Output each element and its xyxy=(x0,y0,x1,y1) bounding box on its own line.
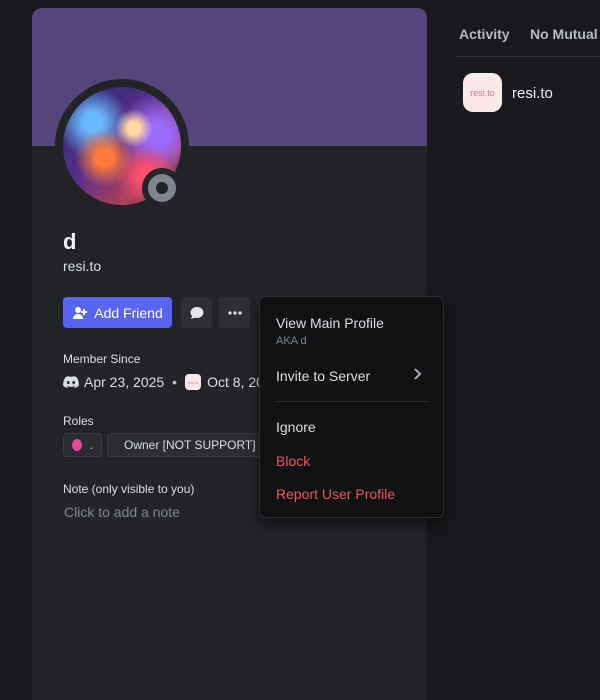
more-options-button[interactable] xyxy=(219,297,250,328)
aka-text: AKA d xyxy=(276,335,307,347)
offline-status-icon xyxy=(148,174,176,202)
chat-bubble-icon xyxy=(190,306,203,319)
chevron-right-icon xyxy=(414,368,422,380)
note-input[interactable]: Click to add a note xyxy=(64,504,180,520)
report-user-item[interactable]: Report User Profile xyxy=(276,486,395,502)
role-color-dot xyxy=(72,439,82,451)
add-friend-label: Add Friend xyxy=(94,304,163,321)
discord-join-date: Apr 23, 2025 xyxy=(84,374,165,390)
role-name: Owner [NOT SUPPORT] xyxy=(124,438,256,452)
context-menu: View Main Profile AKA d Invite to Server… xyxy=(259,296,444,518)
date-separator: • xyxy=(172,374,178,390)
discord-icon xyxy=(63,375,79,388)
tab-activity[interactable]: Activity xyxy=(459,26,510,42)
view-main-profile-item[interactable]: View Main Profile xyxy=(276,315,384,331)
block-item[interactable]: Block xyxy=(276,453,310,469)
member-since-row: Apr 23, 2025 • resi.to Oct 8, 202 xyxy=(63,372,272,392)
role-name: . xyxy=(89,438,93,452)
server-name[interactable]: resi.to xyxy=(512,85,553,102)
role-pill[interactable]: Owner [NOT SUPPORT] xyxy=(107,433,262,457)
tab-mutual-friends[interactable]: No Mutual F xyxy=(530,26,600,42)
tab-divider xyxy=(455,56,600,57)
note-label: Note (only visible to you) xyxy=(63,482,195,496)
ignore-item[interactable]: Ignore xyxy=(276,419,316,435)
invite-to-server-item[interactable]: Invite to Server xyxy=(276,368,370,384)
right-panel: Activity No Mutual F resi.to resi.to xyxy=(427,0,600,700)
server-mini-icon: resi.to xyxy=(185,374,202,390)
display-name: d xyxy=(63,229,77,254)
message-button[interactable] xyxy=(181,297,212,328)
add-user-icon xyxy=(73,306,88,319)
username: resi.to xyxy=(63,258,102,274)
add-friend-button[interactable]: Add Friend xyxy=(63,297,172,328)
status-indicator xyxy=(142,168,182,208)
ellipsis-icon xyxy=(227,310,242,315)
server-icon[interactable]: resi.to xyxy=(463,73,502,112)
roles-label: Roles xyxy=(63,414,94,428)
role-pill[interactable]: . xyxy=(63,433,102,457)
menu-divider xyxy=(276,401,428,402)
member-since-label: Member Since xyxy=(63,352,141,366)
